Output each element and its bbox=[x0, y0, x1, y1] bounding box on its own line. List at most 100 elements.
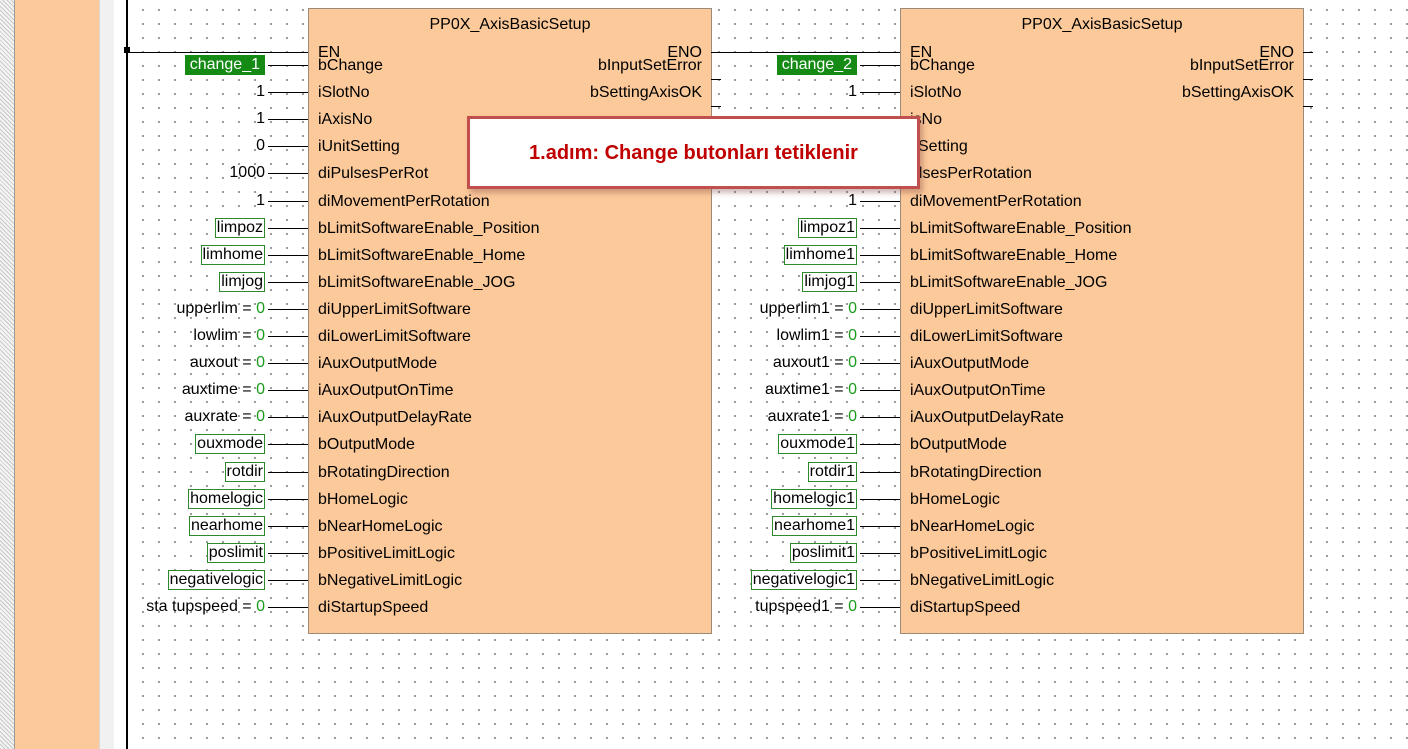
input-pin: ulsesPerRotation bbox=[910, 165, 1032, 183]
variable-row: homelogic bbox=[128, 488, 308, 509]
variable-name: upperlim = bbox=[176, 299, 257, 317]
variable-row: nearhome bbox=[128, 515, 308, 536]
output-stub bbox=[1303, 79, 1313, 80]
input-pin: diUpperLimitSoftware bbox=[910, 300, 1063, 318]
variable-name: ouxmode bbox=[197, 435, 263, 453]
connection-wire bbox=[860, 281, 900, 283]
variable[interactable]: nearhome1 bbox=[772, 515, 857, 536]
variable-row: auxtime = 0 bbox=[128, 380, 308, 400]
variable[interactable]: homelogic bbox=[188, 488, 265, 509]
output-stub bbox=[711, 52, 721, 53]
variable[interactable]: auxtime1 = 0 bbox=[765, 380, 857, 400]
connection-wire bbox=[860, 308, 900, 310]
variable[interactable]: limpoz bbox=[214, 217, 265, 238]
variable[interactable]: negativelogic1 bbox=[750, 569, 857, 590]
block-title: PP0X_AxisBasicSetup bbox=[1021, 16, 1183, 33]
change-variable[interactable]: change_2 bbox=[776, 55, 857, 75]
variable-name: limhome1 bbox=[785, 245, 855, 263]
connection-wire bbox=[268, 525, 308, 527]
variable[interactable]: 1 bbox=[256, 191, 265, 211]
variable[interactable]: auxout = 0 bbox=[190, 353, 265, 373]
input-pin: bNegativeLimitLogic bbox=[910, 571, 1055, 589]
input-pin: iSlotNo bbox=[910, 84, 962, 102]
variable-row: ouxmode bbox=[128, 434, 308, 455]
connection-wire bbox=[860, 444, 900, 446]
connection-wire bbox=[860, 607, 900, 608]
variable-name: 1 bbox=[256, 110, 265, 128]
output-stub bbox=[711, 106, 721, 107]
variable-row: limjog bbox=[128, 271, 308, 292]
variable[interactable]: upperlim1 = 0 bbox=[760, 299, 857, 319]
variable-name: negativelogic bbox=[169, 570, 263, 588]
variable[interactable]: limhome bbox=[200, 244, 265, 265]
connection-wire bbox=[268, 281, 308, 283]
output-pin: bInputSetError bbox=[1189, 57, 1294, 74]
variable[interactable]: 1 bbox=[848, 82, 857, 102]
variable-value: 0 bbox=[256, 327, 265, 344]
variable[interactable]: homelogic1 bbox=[771, 488, 857, 509]
variable[interactable]: 1 bbox=[256, 82, 265, 102]
change-variable[interactable]: change_1 bbox=[184, 55, 265, 75]
variable-name: 1 bbox=[848, 191, 857, 209]
variable-value: 0 bbox=[256, 299, 265, 317]
variable[interactable]: auxtime = 0 bbox=[182, 380, 265, 400]
connection-wire bbox=[268, 417, 308, 419]
variable-name: limpoz1 bbox=[799, 218, 855, 236]
connection-wire bbox=[860, 92, 900, 94]
variable[interactable]: 1 bbox=[848, 191, 857, 211]
variable[interactable]: poslimit1 bbox=[789, 542, 857, 563]
variable[interactable]: limjog bbox=[219, 271, 265, 292]
variable[interactable]: 1 bbox=[256, 109, 265, 129]
connection-wire bbox=[268, 254, 308, 256]
variable-name: limjog1 bbox=[804, 272, 855, 290]
variable-row: change_2 bbox=[712, 55, 900, 75]
variable-row: lowlim = 0 bbox=[128, 326, 308, 346]
input-pin: bHomeLogic bbox=[910, 490, 1000, 508]
variable-value: 0 bbox=[848, 354, 857, 372]
variable-row: change_1 bbox=[128, 55, 308, 75]
variable[interactable]: rotdir bbox=[224, 461, 265, 482]
connection-wire bbox=[860, 417, 900, 419]
variable-row: auxrate1 = 0 bbox=[712, 407, 900, 427]
variable-row: ouxmode1 bbox=[712, 434, 900, 455]
variable[interactable]: tupspeed1 = 0 bbox=[755, 597, 857, 617]
function-block-1[interactable]: PP0X_AxisBasicSetup EN ENO bChange iSlotN… bbox=[308, 8, 712, 634]
variable[interactable]: lowlim = 0 bbox=[193, 326, 265, 346]
function-block-2[interactable]: PP0X_AxisBasicSetup EN ENO bChange iSlotN… bbox=[900, 8, 1304, 634]
variable[interactable]: rotdir1 bbox=[807, 461, 857, 482]
variable[interactable]: limhome1 bbox=[783, 244, 857, 265]
variable[interactable]: 0 bbox=[256, 136, 265, 156]
left-side-panel bbox=[15, 0, 99, 749]
variable-name: poslimit1 bbox=[791, 543, 855, 561]
variable[interactable]: ouxmode bbox=[195, 434, 265, 455]
input-pin: bNegativeLimitLogic bbox=[318, 571, 463, 589]
variable[interactable]: auxout1 = 0 bbox=[773, 353, 857, 373]
variable[interactable]: limpoz1 bbox=[797, 217, 857, 238]
input-pin: bNearHomeLogic bbox=[910, 517, 1035, 535]
variable[interactable]: ouxmode1 bbox=[778, 434, 857, 455]
variable[interactable]: auxrate1 = 0 bbox=[768, 407, 857, 427]
input-pin: diUpperLimitSoftware bbox=[318, 300, 471, 318]
variable-row: limpoz bbox=[128, 217, 308, 238]
input-pin: bNearHomeLogic bbox=[318, 517, 443, 535]
variable[interactable]: upperlim = 0 bbox=[177, 299, 266, 319]
variable-name: auxout = bbox=[189, 354, 257, 372]
connection-wire bbox=[268, 336, 308, 337]
input-pin: bLimitSoftwareEnable_Position bbox=[910, 219, 1132, 237]
connection-wire bbox=[268, 471, 308, 473]
variable[interactable]: lowlim1 = 0 bbox=[777, 326, 857, 346]
variable[interactable]: nearhome bbox=[188, 515, 265, 536]
variable-row: sta tupspeed = 0 bbox=[128, 597, 308, 617]
variable[interactable]: 1000 bbox=[229, 163, 265, 183]
variable-name: auxout1 = bbox=[772, 354, 849, 372]
variable[interactable]: negativelogic bbox=[167, 569, 265, 590]
variable-row: 1 bbox=[712, 82, 900, 102]
variable[interactable]: auxrate = 0 bbox=[184, 407, 265, 427]
variable-row: upperlim = 0 bbox=[128, 299, 308, 319]
variable-row: tupspeed1 = 0 bbox=[712, 597, 900, 617]
variable[interactable]: poslimit bbox=[206, 542, 265, 563]
variable-name: 1000 bbox=[229, 164, 265, 182]
variable-row: auxout = 0 bbox=[128, 353, 308, 373]
variable[interactable]: limjog1 bbox=[802, 271, 857, 292]
variable[interactable]: sta tupspeed = 0 bbox=[146, 597, 265, 617]
